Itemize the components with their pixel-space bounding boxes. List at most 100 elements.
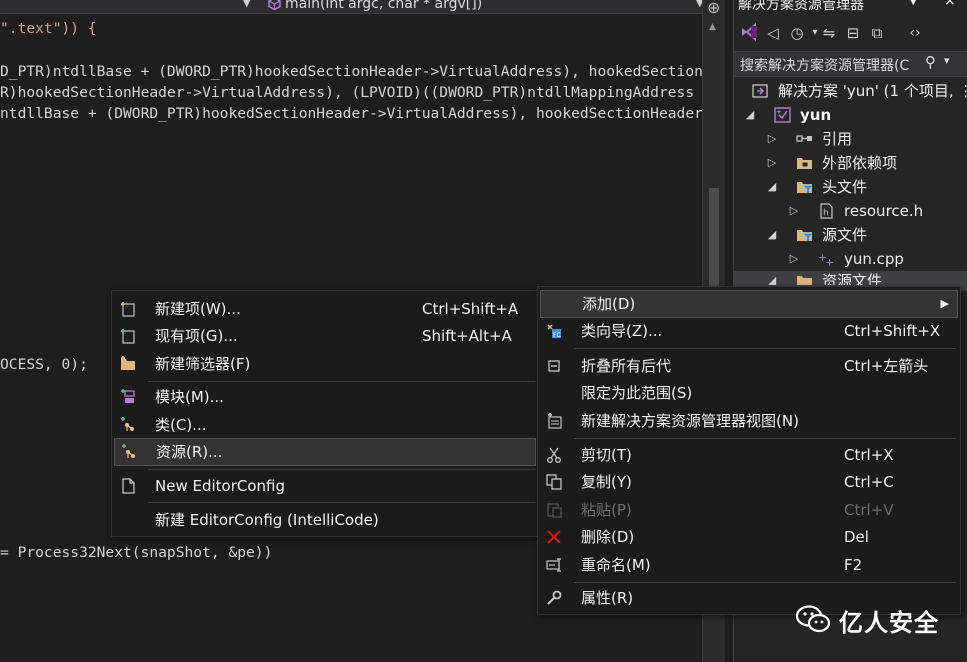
menu-item-cut[interactable]: 剪切(T) Ctrl+X <box>540 442 958 468</box>
editorconfig-icon <box>122 478 135 494</box>
menu-item-collapse-all-descendants[interactable]: 折叠所有后代 Ctrl+左箭头 <box>540 353 958 379</box>
tree-item-label: resource.h <box>844 202 924 220</box>
menu-item-copy[interactable]: 复制(Y) Ctrl+C <box>540 469 958 495</box>
show-all-files-icon[interactable]: ⧉ <box>866 22 888 44</box>
tree-item-label: 解决方案 'yun' (1 个项目, ⋮ <box>778 82 967 100</box>
menu-item-existing-item[interactable]: 现有项(G)... Shift+Alt+A <box>114 323 536 349</box>
panel-title-bar: 解决方案资源管理器 ▼ × <box>734 0 967 13</box>
references-icon <box>796 135 812 142</box>
scope-dropdown[interactable]: ▼ <box>0 0 255 14</box>
header-file-icon: h <box>820 203 833 219</box>
menu-item-shortcut: Ctrl+Shift+A <box>422 300 519 318</box>
collapse-all-icon[interactable]: ⊟ <box>842 22 864 44</box>
split-editor-icon[interactable]: ⊕ <box>707 0 720 17</box>
menu-item-class[interactable]: 类(C)... <box>114 412 536 438</box>
panel-title: 解决方案资源管理器 <box>738 0 864 13</box>
tree-item-project[interactable]: ◢ + yun <box>734 103 967 127</box>
collapsed-arrow-icon[interactable]: ▷ <box>766 127 778 151</box>
rename-icon <box>546 558 561 572</box>
code-line[interactable]: R)hookedSectionHeader->VirtualAddress), … <box>0 84 712 101</box>
collapse-icon <box>548 360 560 372</box>
expanded-arrow-icon[interactable]: ◢ <box>766 175 778 199</box>
code-text: ".text")) { <box>0 20 97 37</box>
navigation-bar: ▼ main(int argc, char * argv[]) ▼ <box>0 0 704 14</box>
vs-switch-views-icon[interactable] <box>738 22 760 44</box>
member-dropdown[interactable]: main(int argc, char * argv[]) ▼ <box>262 0 706 14</box>
tree-item-source-files[interactable]: ◢ 源文件 <box>734 223 967 247</box>
code-view-icon[interactable]: ‹› <box>904 22 926 44</box>
tree-item-external-dependencies[interactable]: ▷ 外部依赖项 <box>734 151 967 175</box>
code-text: ntdllBase + (DWORD_PTR)hookedSectionHead… <box>0 105 703 122</box>
wrench-icon <box>547 590 562 605</box>
resource-icon <box>122 444 135 458</box>
code-text: = Process32Next(snapShot, &pe)) <box>0 544 273 561</box>
menu-item-shortcut: F2 <box>844 556 863 574</box>
menu-item-new-editorconfig-intellicode[interactable]: 新建 EditorConfig (IntelliCode) <box>114 507 536 533</box>
collapsed-arrow-icon[interactable]: ▷ <box>788 247 800 271</box>
menu-item-label: 新建项(W)... <box>155 300 241 318</box>
menu-item-new-item[interactable]: 新建项(W)... Ctrl+Shift+A <box>114 296 536 322</box>
solution-search-box[interactable]: 搜索解决方案资源管理器(C ⚲ ▾ <box>734 51 967 77</box>
code-line[interactable]: ntdllBase + (DWORD_PTR)hookedSectionHead… <box>0 105 703 122</box>
code-line[interactable]: = Process32Next(snapShot, &pe)) <box>0 544 272 561</box>
menu-item-new-editorconfig[interactable]: New EditorConfig <box>114 473 536 499</box>
method-icon <box>268 0 281 10</box>
menu-item-module[interactable]: 模块(M)... <box>114 384 536 410</box>
expanded-arrow-icon[interactable]: ◢ <box>744 103 756 127</box>
code-line[interactable]: D_PTR)ntdllBase + (DWORD_PTR)hookedSecti… <box>0 63 712 80</box>
menu-item-label: 新建筛选器(F) <box>155 355 251 373</box>
code-line[interactable]: ".text")) { <box>0 20 97 37</box>
tree-item-header-files[interactable]: ◢ 头文件 <box>734 175 967 199</box>
menu-item-resource[interactable]: 资源(R)... <box>114 438 536 466</box>
solution-icon <box>752 84 768 98</box>
tree-item-label: 引用 <box>822 130 853 148</box>
tree-item-resource-h[interactable]: ▷ h resource.h <box>734 199 967 223</box>
scrollbar-thumb[interactable] <box>709 188 719 298</box>
menu-item-delete[interactable]: 删除(D) Del <box>540 524 958 550</box>
menu-item-label: 现有项(G)... <box>155 327 238 345</box>
scroll-up-icon[interactable]: ▲ <box>709 22 716 32</box>
menu-item-scope-to-this[interactable]: 限定为此范围(S) <box>540 380 958 406</box>
chevron-down-icon[interactable]: ▾ <box>944 54 950 67</box>
menu-separator <box>574 348 956 349</box>
menu-item-add[interactable]: 添加(D) ▶ <box>540 290 958 318</box>
menu-item-rename[interactable]: 重命名(M) F2 <box>540 552 958 578</box>
sync-with-active-document-icon[interactable]: ⇋ <box>818 22 840 44</box>
tree-item-label: 外部依赖项 <box>822 154 898 172</box>
menu-item-label: 模块(M)... <box>155 388 224 406</box>
svg-text:+: + <box>776 108 782 116</box>
class-icon <box>121 417 134 431</box>
search-icon[interactable]: ⚲ <box>925 53 936 71</box>
new-filter-icon <box>121 356 135 370</box>
existing-item-icon <box>121 329 135 344</box>
menu-item-label: 剪切(T) <box>581 446 632 464</box>
menu-item-shortcut: Ctrl+X <box>844 446 894 464</box>
menu-item-shortcut: Shift+Alt+A <box>422 327 512 345</box>
menu-item-new-filter[interactable]: 新建筛选器(F) <box>114 351 536 377</box>
expanded-arrow-icon[interactable]: ◢ <box>766 269 778 285</box>
collapsed-arrow-icon[interactable]: ▷ <box>788 199 800 223</box>
context-menu: 添加(D) ▶ FC 类向导(Z)... Ctrl+Shift+X 折叠所有后代… <box>537 286 961 615</box>
code-text: D_PTR)ntdllBase + (DWORD_PTR)hookedSecti… <box>0 63 712 80</box>
dropdown-icon[interactable]: ▼ <box>909 0 917 7</box>
back-icon[interactable]: ◁ <box>762 22 784 44</box>
svg-text:FC: FC <box>553 332 561 339</box>
wechat-watermark: 亿人安全 <box>794 603 954 637</box>
add-submenu: 新建项(W)... Ctrl+Shift+A 现有项(G)... Shift+A… <box>111 290 541 537</box>
external-deps-icon <box>797 158 812 169</box>
close-icon[interactable]: × <box>944 0 956 9</box>
expanded-arrow-icon[interactable]: ◢ <box>766 223 778 247</box>
tree-item-solution[interactable]: 解决方案 'yun' (1 个项目, ⋮ <box>734 79 967 103</box>
menu-item-new-solution-explorer-view[interactable]: 新建解决方案资源管理器视图(N) <box>540 408 958 434</box>
menu-item-label: 重命名(M) <box>581 556 651 574</box>
tree-item-resource-files[interactable]: ◢ 资源文件 <box>734 269 967 285</box>
search-input[interactable]: 搜索解决方案资源管理器(C <box>740 55 920 75</box>
tree-item-yun-cpp[interactable]: ▷ + + yun.cpp <box>734 247 967 271</box>
code-line[interactable]: OCESS, 0); <box>0 356 88 373</box>
menu-item-shortcut: Ctrl+左箭头 <box>844 357 929 375</box>
tree-item-label: 资源文件 <box>822 272 883 285</box>
tree-item-references[interactable]: ▷ 引用 <box>734 127 967 151</box>
menu-item-class-wizard[interactable]: FC 类向导(Z)... Ctrl+Shift+X <box>540 318 958 344</box>
collapsed-arrow-icon[interactable]: ▷ <box>766 151 778 175</box>
menu-item-shortcut: Ctrl+Shift+X <box>844 322 941 340</box>
